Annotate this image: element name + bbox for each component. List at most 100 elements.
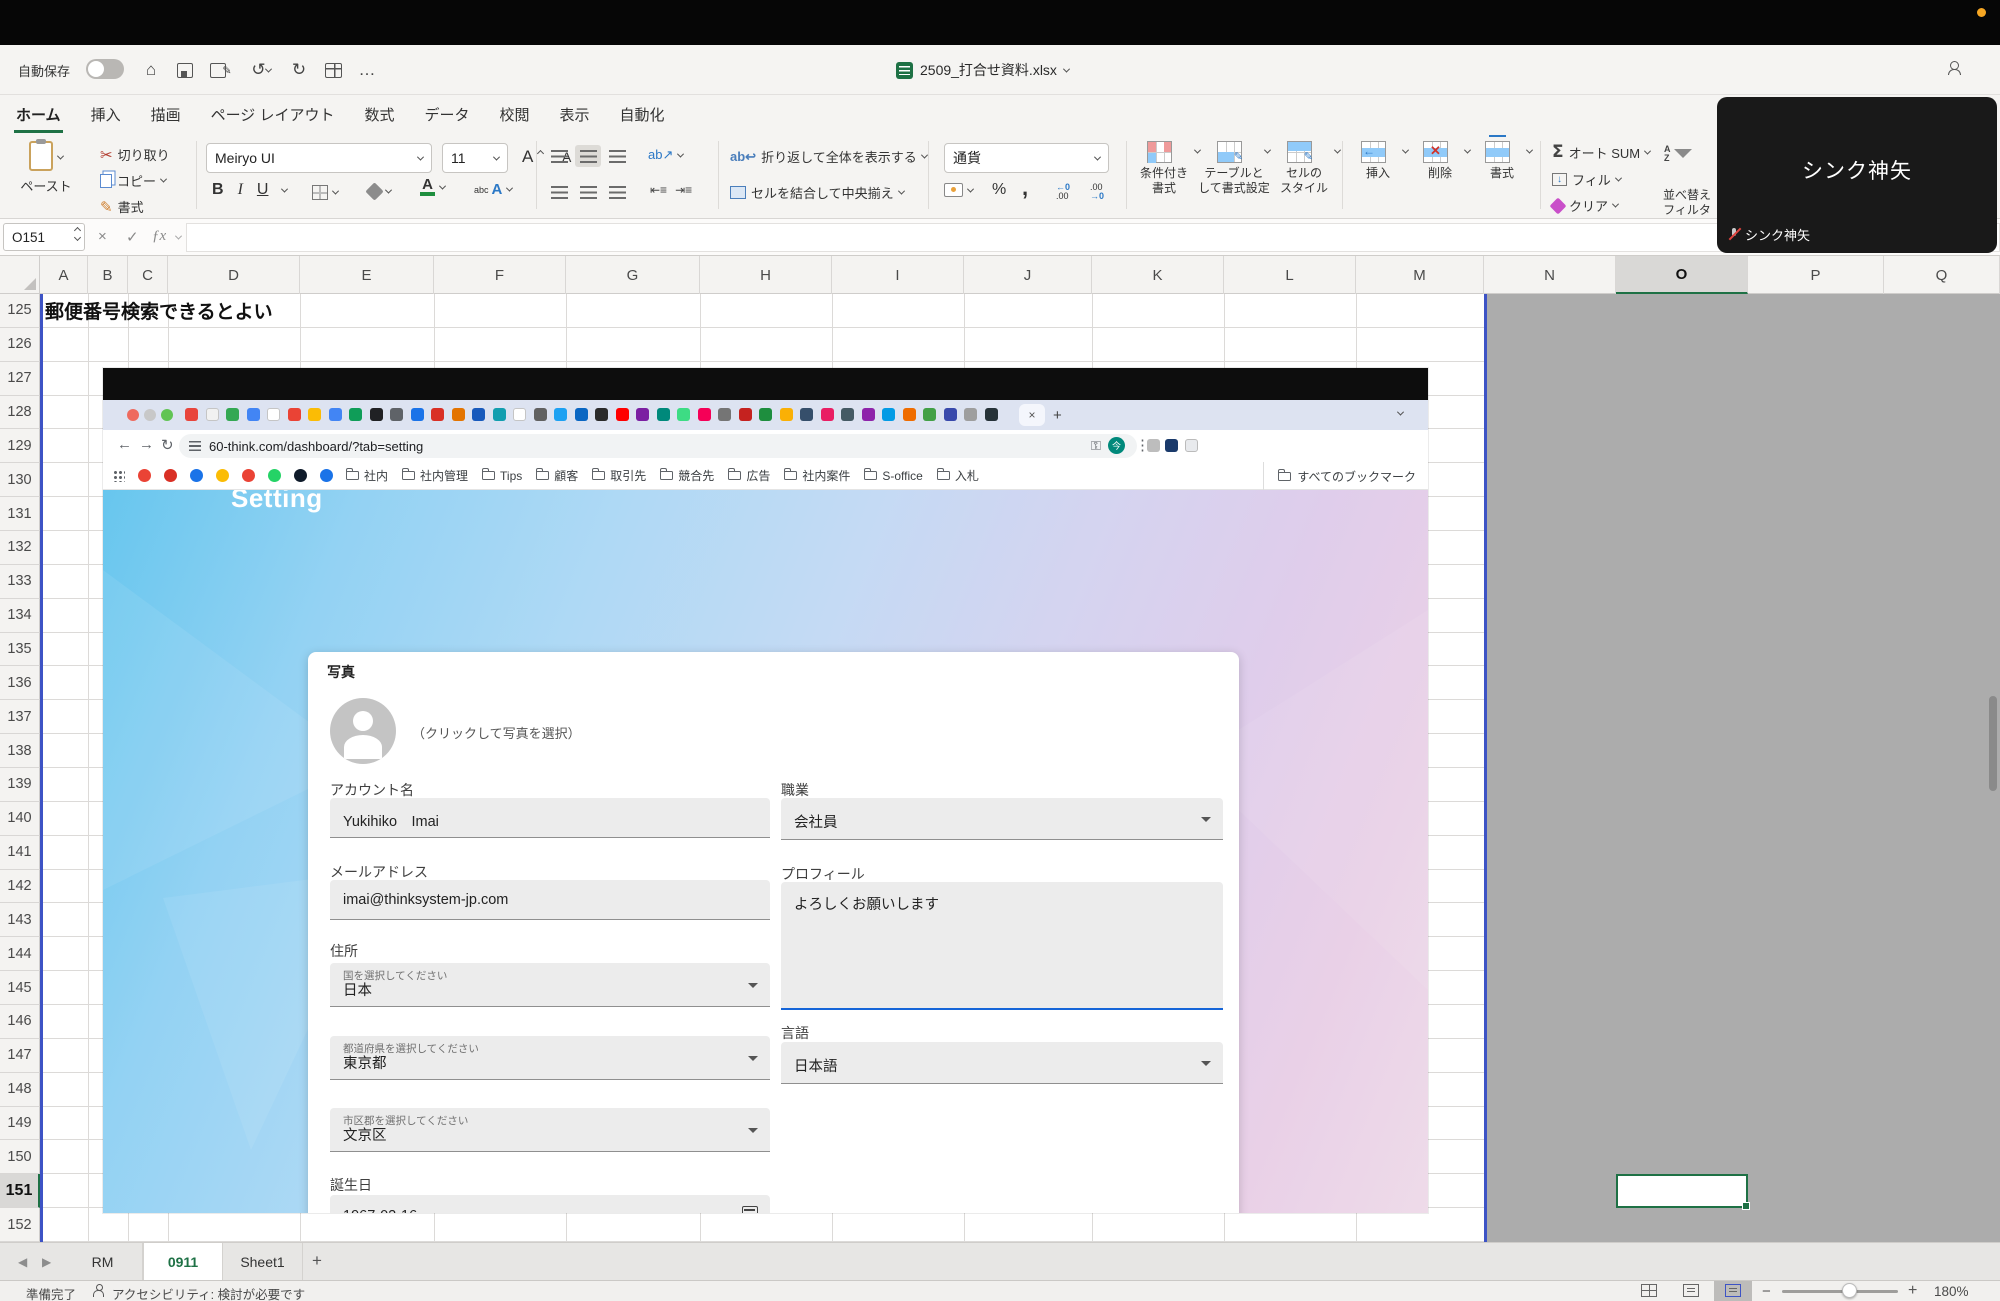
- font-color-button[interactable]: A: [420, 179, 445, 196]
- row-header-142[interactable]: 142: [0, 870, 40, 904]
- sheet-tab-0911[interactable]: 0911: [143, 1243, 223, 1281]
- video-call-tile[interactable]: シンク神矢 シンク神矢: [1717, 97, 1997, 253]
- profile-avatar[interactable]: 今: [1108, 437, 1125, 454]
- percent-button[interactable]: %: [992, 181, 1006, 199]
- cancel-entry-button[interactable]: ×: [98, 228, 107, 245]
- traffic-light-close[interactable]: [127, 409, 139, 421]
- borders-button[interactable]: [312, 185, 338, 200]
- pinned-tab-favicon[interactable]: [206, 408, 219, 421]
- active-tab-close[interactable]: ×: [1019, 404, 1045, 426]
- cell-text-a125[interactable]: 郵便番号検索できるとよい: [45, 297, 273, 324]
- insert-cells-button[interactable]: ← 挿入: [1348, 141, 1408, 181]
- pinned-tab-favicon[interactable]: [800, 408, 813, 421]
- pinned-tab-favicon[interactable]: [513, 408, 526, 421]
- decrease-indent-button[interactable]: ⇤≡: [650, 183, 667, 197]
- photo-upload-avatar[interactable]: [330, 698, 396, 764]
- column-header-I[interactable]: I: [832, 256, 964, 294]
- pinned-tab-favicon[interactable]: [759, 408, 772, 421]
- cell-styles-button[interactable]: ✎ セルのスタイル: [1268, 141, 1340, 196]
- all-bookmarks-button[interactable]: すべてのブックマーク: [1263, 462, 1416, 490]
- column-header-O[interactable]: O: [1616, 256, 1748, 294]
- increase-decimal-button[interactable]: ←0.00: [1056, 183, 1070, 201]
- zoom-slider-knob[interactable]: [1842, 1283, 1857, 1298]
- autosum-button[interactable]: Σオート SUM: [1552, 142, 1650, 162]
- country-select[interactable]: 国を選択してください 日本: [330, 963, 770, 1007]
- grow-font-button[interactable]: A: [522, 147, 543, 167]
- ribbon-tab-自動化[interactable]: 自動化: [618, 98, 667, 133]
- pinned-tab-favicon[interactable]: [472, 408, 485, 421]
- column-header-K[interactable]: K: [1092, 256, 1224, 294]
- pinned-tab-favicon[interactable]: [821, 408, 834, 421]
- redo-button[interactable]: ↻: [286, 57, 312, 83]
- row-header-134[interactable]: 134: [0, 599, 40, 633]
- extension-icon-3[interactable]: [1185, 439, 1198, 452]
- clear-button[interactable]: クリア: [1552, 196, 1618, 215]
- bookmark-folder-社内管理[interactable]: 社内管理: [402, 467, 468, 484]
- row-header-144[interactable]: 144: [0, 937, 40, 971]
- prefecture-select[interactable]: 都道府県を選択してください 東京都: [330, 1036, 770, 1080]
- bold-button[interactable]: B: [212, 181, 224, 199]
- insert-function-button[interactable]: ƒx: [152, 228, 166, 245]
- vertical-scrollbar[interactable]: [1989, 696, 1997, 791]
- calendar-icon[interactable]: [742, 1206, 758, 1213]
- row-header-149[interactable]: 149: [0, 1107, 40, 1141]
- language-select[interactable]: 日本語: [781, 1042, 1223, 1084]
- pinned-tab-favicon[interactable]: [636, 408, 649, 421]
- chrome-menu-icon[interactable]: ⋮: [1135, 436, 1150, 454]
- pinned-tab-favicon[interactable]: [349, 408, 362, 421]
- pinned-tab-favicon[interactable]: [534, 408, 547, 421]
- column-header-C[interactable]: C: [128, 256, 168, 294]
- address-bar[interactable]: 60-think.com/dashboard/?tab=setting: [179, 434, 1137, 458]
- add-sheet-button[interactable]: +: [312, 1251, 322, 1271]
- print-preview-button[interactable]: [318, 57, 348, 83]
- ribbon-tab-挿入[interactable]: 挿入: [89, 98, 123, 133]
- ribbon-tab-表示[interactable]: 表示: [558, 98, 592, 133]
- row-header-147[interactable]: 147: [0, 1039, 40, 1073]
- column-header-P[interactable]: P: [1748, 256, 1884, 294]
- ribbon-tab-校閲[interactable]: 校閲: [498, 98, 532, 133]
- bookmark-folder-取引先[interactable]: 取引先: [592, 467, 646, 484]
- font-name-select[interactable]: Meiryo UI: [206, 143, 432, 173]
- row-header-137[interactable]: 137: [0, 700, 40, 734]
- pinned-tab-favicon[interactable]: [411, 408, 424, 421]
- align-right-button[interactable]: [604, 181, 630, 203]
- phonetic-button[interactable]: abcA: [474, 181, 512, 198]
- tab-overflow-icon[interactable]: [1397, 409, 1404, 416]
- pinned-tab-favicon[interactable]: [185, 408, 198, 421]
- select-all-corner[interactable]: [0, 256, 40, 294]
- pinned-tab-favicon[interactable]: [718, 408, 731, 421]
- sheet-tab-Sheet1[interactable]: Sheet1: [223, 1243, 303, 1281]
- accounting-format-button[interactable]: [944, 183, 973, 197]
- align-bottom-button[interactable]: [604, 145, 630, 167]
- bookmark-folder-S-office[interactable]: S-office: [864, 467, 922, 484]
- forward-button[interactable]: →: [139, 436, 154, 453]
- pinned-tab-favicon[interactable]: [247, 408, 260, 421]
- ribbon-tab-ページ レイアウト[interactable]: ページ レイアウト: [209, 98, 337, 133]
- bookmark-favicon[interactable]: [164, 469, 177, 482]
- row-header-132[interactable]: 132: [0, 531, 40, 565]
- fill-color-button[interactable]: [368, 185, 391, 198]
- column-header-E[interactable]: E: [300, 256, 434, 294]
- row-header-152[interactable]: 152: [0, 1208, 40, 1242]
- row-header-125[interactable]: 125: [0, 294, 40, 328]
- row-header-131[interactable]: 131: [0, 497, 40, 531]
- column-header-F[interactable]: F: [434, 256, 566, 294]
- pinned-tab-favicon[interactable]: [698, 408, 711, 421]
- bookmark-folder-Tips[interactable]: Tips: [482, 467, 522, 484]
- reload-button[interactable]: ↻: [161, 436, 174, 454]
- bookmark-favicon[interactable]: [320, 469, 333, 482]
- save-button[interactable]: [172, 57, 198, 83]
- paste-button[interactable]: ペースト: [14, 141, 78, 195]
- pinned-tab-favicon[interactable]: [739, 408, 752, 421]
- ribbon-tab-描画[interactable]: 描画: [149, 98, 183, 133]
- bookmark-favicons[interactable]: [138, 469, 333, 482]
- account-name-input[interactable]: Yukihiko Imai: [330, 798, 770, 838]
- row-header-127[interactable]: 127: [0, 362, 40, 396]
- bookmark-favicon[interactable]: [138, 469, 151, 482]
- pinned-tab-favicon[interactable]: [329, 408, 342, 421]
- bookmark-folder-入札[interactable]: 入札: [937, 467, 979, 484]
- fill-button[interactable]: ↓フィル: [1552, 170, 1621, 189]
- name-box[interactable]: O151: [3, 223, 85, 251]
- font-size-select[interactable]: 11: [442, 143, 508, 173]
- bookmark-favicon[interactable]: [294, 469, 307, 482]
